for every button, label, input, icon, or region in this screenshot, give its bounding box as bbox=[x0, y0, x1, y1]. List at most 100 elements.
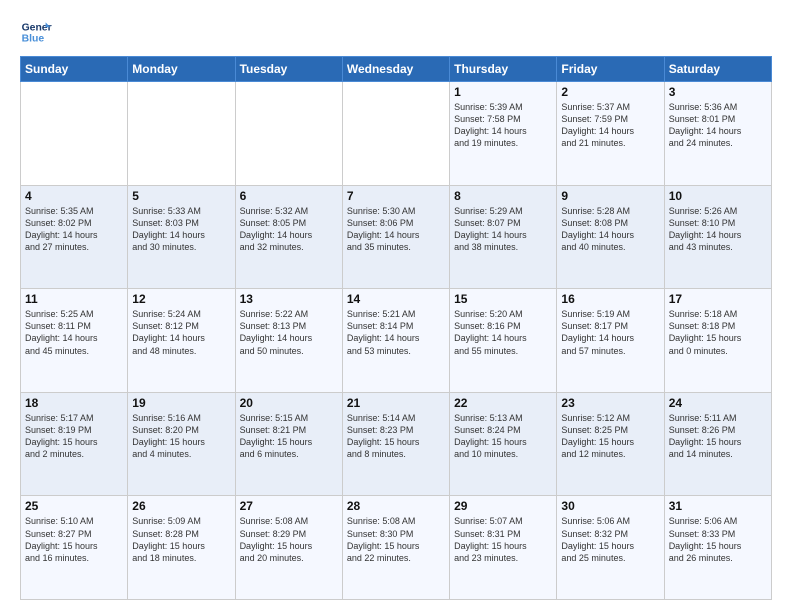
calendar-cell: 4Sunrise: 5:35 AM Sunset: 8:02 PM Daylig… bbox=[21, 185, 128, 289]
day-number: 25 bbox=[25, 499, 123, 513]
calendar-cell: 6Sunrise: 5:32 AM Sunset: 8:05 PM Daylig… bbox=[235, 185, 342, 289]
day-number: 1 bbox=[454, 85, 552, 99]
day-number: 16 bbox=[561, 292, 659, 306]
weekday-tuesday: Tuesday bbox=[235, 57, 342, 82]
day-number: 10 bbox=[669, 189, 767, 203]
day-number: 5 bbox=[132, 189, 230, 203]
weekday-wednesday: Wednesday bbox=[342, 57, 449, 82]
calendar-cell: 21Sunrise: 5:14 AM Sunset: 8:23 PM Dayli… bbox=[342, 392, 449, 496]
cell-details: Sunrise: 5:30 AM Sunset: 8:06 PM Dayligh… bbox=[347, 205, 445, 254]
cell-details: Sunrise: 5:37 AM Sunset: 7:59 PM Dayligh… bbox=[561, 101, 659, 150]
day-number: 6 bbox=[240, 189, 338, 203]
cell-details: Sunrise: 5:11 AM Sunset: 8:26 PM Dayligh… bbox=[669, 412, 767, 461]
calendar-cell: 16 Sunrise: 5:19 AM Sunset: 8:17 PM Dayli… bbox=[557, 289, 664, 393]
calendar-cell: 31 Sunrise: 5:06 AM Sunset: 8:33 PM Dayli… bbox=[664, 496, 771, 600]
cell-details: Sunrise: 5:06 AM Sunset: 8:33 PM Dayligh… bbox=[669, 515, 767, 564]
calendar-cell: 5 Sunrise: 5:33 AM Sunset: 8:03 PM Daylig… bbox=[128, 185, 235, 289]
calendar-cell: 15Sunrise: 5:20 AM Sunset: 8:16 PM Dayli… bbox=[450, 289, 557, 393]
calendar-cell: 19 Sunrise: 5:16 AM Sunset: 8:20 PM Dayli… bbox=[128, 392, 235, 496]
calendar-cell: 8 Sunrise: 5:29 AM Sunset: 8:07 PM Daylig… bbox=[450, 185, 557, 289]
cell-details: Sunrise: 5:22 AM Sunset: 8:13 PM Dayligh… bbox=[240, 308, 338, 357]
calendar-cell bbox=[21, 82, 128, 186]
day-number: 19 bbox=[132, 396, 230, 410]
cell-details: Sunrise: 5:15 AM Sunset: 8:21 PM Dayligh… bbox=[240, 412, 338, 461]
week-row-1: 4Sunrise: 5:35 AM Sunset: 8:02 PM Daylig… bbox=[21, 185, 772, 289]
cell-details: Sunrise: 5:26 AM Sunset: 8:10 PM Dayligh… bbox=[669, 205, 767, 254]
day-number: 8 bbox=[454, 189, 552, 203]
day-number: 28 bbox=[347, 499, 445, 513]
day-number: 22 bbox=[454, 396, 552, 410]
day-number: 15 bbox=[454, 292, 552, 306]
cell-details: Sunrise: 5:24 AM Sunset: 8:12 PM Dayligh… bbox=[132, 308, 230, 357]
day-number: 30 bbox=[561, 499, 659, 513]
day-number: 14 bbox=[347, 292, 445, 306]
cell-details: Sunrise: 5:08 AM Sunset: 8:29 PM Dayligh… bbox=[240, 515, 338, 564]
day-number: 7 bbox=[347, 189, 445, 203]
calendar-cell: 26 Sunrise: 5:09 AM Sunset: 8:28 PM Dayli… bbox=[128, 496, 235, 600]
day-number: 17 bbox=[669, 292, 767, 306]
week-row-3: 18Sunrise: 5:17 AM Sunset: 8:19 PM Dayli… bbox=[21, 392, 772, 496]
cell-details: Sunrise: 5:16 AM Sunset: 8:20 PM Dayligh… bbox=[132, 412, 230, 461]
day-number: 23 bbox=[561, 396, 659, 410]
calendar-cell: 28 Sunrise: 5:08 AM Sunset: 8:30 PM Dayli… bbox=[342, 496, 449, 600]
weekday-thursday: Thursday bbox=[450, 57, 557, 82]
day-number: 18 bbox=[25, 396, 123, 410]
weekday-friday: Friday bbox=[557, 57, 664, 82]
cell-details: Sunrise: 5:39 AM Sunset: 7:58 PM Dayligh… bbox=[454, 101, 552, 150]
calendar-cell: 17 Sunrise: 5:18 AM Sunset: 8:18 PM Dayli… bbox=[664, 289, 771, 393]
cell-details: Sunrise: 5:35 AM Sunset: 8:02 PM Dayligh… bbox=[25, 205, 123, 254]
calendar-cell: 29Sunrise: 5:07 AM Sunset: 8:31 PM Dayli… bbox=[450, 496, 557, 600]
week-row-2: 11 Sunrise: 5:25 AM Sunset: 8:11 PM Dayli… bbox=[21, 289, 772, 393]
cell-details: Sunrise: 5:18 AM Sunset: 8:18 PM Dayligh… bbox=[669, 308, 767, 357]
cell-details: Sunrise: 5:19 AM Sunset: 8:17 PM Dayligh… bbox=[561, 308, 659, 357]
calendar-cell: 30 Sunrise: 5:06 AM Sunset: 8:32 PM Dayli… bbox=[557, 496, 664, 600]
calendar-table: SundayMondayTuesdayWednesdayThursdayFrid… bbox=[20, 56, 772, 600]
calendar-cell: 3Sunrise: 5:36 AM Sunset: 8:01 PM Daylig… bbox=[664, 82, 771, 186]
header: General Blue bbox=[20, 16, 772, 48]
cell-details: Sunrise: 5:14 AM Sunset: 8:23 PM Dayligh… bbox=[347, 412, 445, 461]
calendar-cell: 18Sunrise: 5:17 AM Sunset: 8:19 PM Dayli… bbox=[21, 392, 128, 496]
calendar-cell: 11 Sunrise: 5:25 AM Sunset: 8:11 PM Dayli… bbox=[21, 289, 128, 393]
calendar-cell: 24 Sunrise: 5:11 AM Sunset: 8:26 PM Dayli… bbox=[664, 392, 771, 496]
weekday-monday: Monday bbox=[128, 57, 235, 82]
week-row-4: 25 Sunrise: 5:10 AM Sunset: 8:27 PM Dayli… bbox=[21, 496, 772, 600]
cell-details: Sunrise: 5:09 AM Sunset: 8:28 PM Dayligh… bbox=[132, 515, 230, 564]
day-number: 12 bbox=[132, 292, 230, 306]
cell-details: Sunrise: 5:10 AM Sunset: 8:27 PM Dayligh… bbox=[25, 515, 123, 564]
cell-details: Sunrise: 5:28 AM Sunset: 8:08 PM Dayligh… bbox=[561, 205, 659, 254]
calendar-cell: 25 Sunrise: 5:10 AM Sunset: 8:27 PM Dayli… bbox=[21, 496, 128, 600]
calendar-cell: 2 Sunrise: 5:37 AM Sunset: 7:59 PM Daylig… bbox=[557, 82, 664, 186]
calendar-cell: 1 Sunrise: 5:39 AM Sunset: 7:58 PM Daylig… bbox=[450, 82, 557, 186]
day-number: 27 bbox=[240, 499, 338, 513]
day-number: 24 bbox=[669, 396, 767, 410]
calendar-cell: 23 Sunrise: 5:12 AM Sunset: 8:25 PM Dayli… bbox=[557, 392, 664, 496]
logo-icon: General Blue bbox=[20, 16, 52, 48]
calendar-cell bbox=[235, 82, 342, 186]
cell-details: Sunrise: 5:33 AM Sunset: 8:03 PM Dayligh… bbox=[132, 205, 230, 254]
cell-details: Sunrise: 5:29 AM Sunset: 8:07 PM Dayligh… bbox=[454, 205, 552, 254]
calendar-cell: 7 Sunrise: 5:30 AM Sunset: 8:06 PM Daylig… bbox=[342, 185, 449, 289]
day-number: 3 bbox=[669, 85, 767, 99]
calendar-cell bbox=[128, 82, 235, 186]
calendar-cell: 12 Sunrise: 5:24 AM Sunset: 8:12 PM Dayli… bbox=[128, 289, 235, 393]
day-number: 13 bbox=[240, 292, 338, 306]
day-number: 11 bbox=[25, 292, 123, 306]
calendar-cell: 10 Sunrise: 5:26 AM Sunset: 8:10 PM Dayli… bbox=[664, 185, 771, 289]
svg-text:Blue: Blue bbox=[22, 34, 45, 45]
calendar-cell: 27 Sunrise: 5:08 AM Sunset: 8:29 PM Dayli… bbox=[235, 496, 342, 600]
day-number: 9 bbox=[561, 189, 659, 203]
cell-details: Sunrise: 5:25 AM Sunset: 8:11 PM Dayligh… bbox=[25, 308, 123, 357]
svg-text:General: General bbox=[22, 22, 52, 33]
day-number: 20 bbox=[240, 396, 338, 410]
calendar-cell: 14Sunrise: 5:21 AM Sunset: 8:14 PM Dayli… bbox=[342, 289, 449, 393]
day-number: 29 bbox=[454, 499, 552, 513]
cell-details: Sunrise: 5:06 AM Sunset: 8:32 PM Dayligh… bbox=[561, 515, 659, 564]
weekday-saturday: Saturday bbox=[664, 57, 771, 82]
weekday-header-row: SundayMondayTuesdayWednesdayThursdayFrid… bbox=[21, 57, 772, 82]
calendar-cell bbox=[342, 82, 449, 186]
cell-details: Sunrise: 5:12 AM Sunset: 8:25 PM Dayligh… bbox=[561, 412, 659, 461]
day-number: 31 bbox=[669, 499, 767, 513]
day-number: 26 bbox=[132, 499, 230, 513]
day-number: 2 bbox=[561, 85, 659, 99]
cell-details: Sunrise: 5:08 AM Sunset: 8:30 PM Dayligh… bbox=[347, 515, 445, 564]
